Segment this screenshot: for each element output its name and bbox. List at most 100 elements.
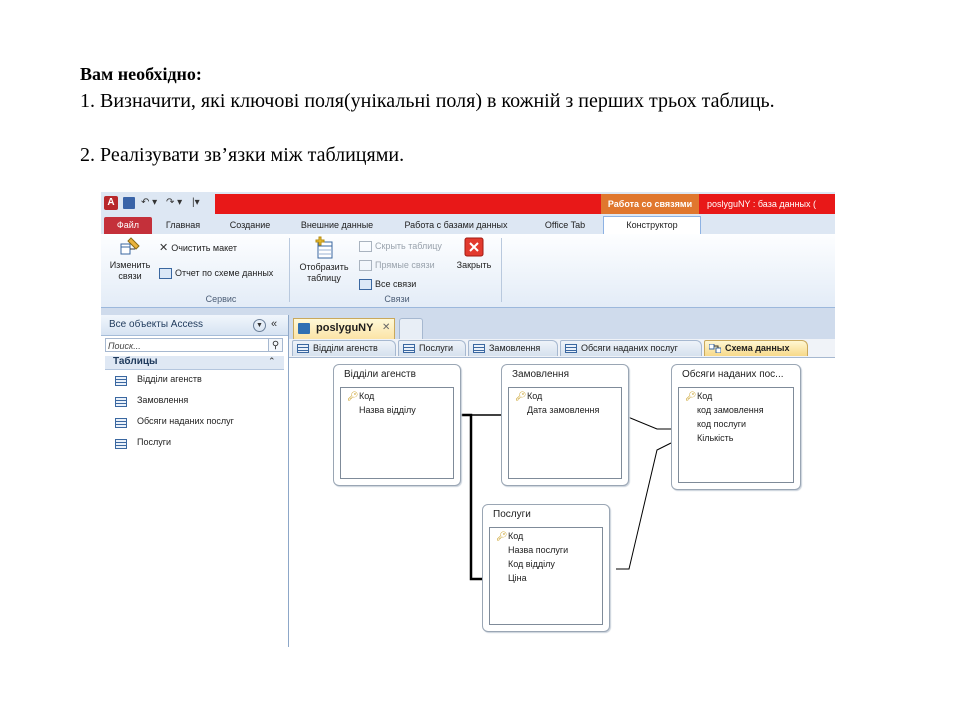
field-name[interactable]: Ціна — [508, 573, 527, 583]
access-logo-icon[interactable]: A — [104, 196, 118, 210]
hide-table-label: Скрыть таблицу — [375, 241, 442, 251]
edit-relationships-button[interactable]: Изменить связи — [105, 236, 155, 282]
close-label: Закрыть — [456, 260, 492, 270]
tab-office-tab[interactable]: Office Tab — [527, 217, 603, 234]
field-name[interactable]: код послуги — [697, 419, 746, 429]
database-tab[interactable]: poslyguNY ✕ — [293, 318, 395, 339]
field-name[interactable]: Код — [508, 531, 523, 541]
nav-pane-dropdown-icon[interactable]: ▼ — [253, 319, 266, 332]
relationship-table-title: Послуги — [493, 509, 531, 520]
navigation-pane: Все объекты Access ▼ « Поиск... ⚲ Таблиц… — [101, 315, 289, 647]
group-label-tools: Сервис — [205, 294, 237, 304]
redo-icon[interactable]: ↷ ▾ — [166, 196, 182, 210]
field-list: 🔑︎ Код Назва послуги Код відділу Ціна — [489, 527, 603, 625]
object-tab[interactable]: Відділи агенств — [292, 340, 396, 356]
object-tab[interactable]: Замовлення — [468, 340, 558, 356]
title-bar-fill — [215, 194, 601, 214]
object-tab-label: Обсяги наданих послуг — [581, 343, 678, 353]
tab-database-tools[interactable]: Работа с базами данных — [391, 217, 521, 234]
primary-key-icon: 🔑︎ — [347, 391, 359, 401]
nav-pane-header[interactable]: Все объекты Access ▼ « — [101, 315, 288, 336]
table-icon — [473, 344, 485, 353]
slide-title: Вам необхідно: — [80, 64, 202, 84]
field-name[interactable]: Код — [527, 391, 542, 401]
field-name[interactable]: Дата замовлення — [527, 405, 599, 415]
tab-create[interactable]: Создание — [215, 217, 285, 234]
nav-item-label: Замовлення — [137, 395, 189, 405]
object-tab-active[interactable]: Схема данных — [704, 340, 808, 356]
field-list: 🔑︎ Код Назва відділу — [340, 387, 454, 479]
object-tab-label: Відділи агенств — [313, 343, 378, 353]
tab-design[interactable]: Конструктор — [603, 216, 701, 235]
table-icon — [565, 344, 577, 353]
window-title: poslyguNY : база данных ( — [699, 194, 835, 214]
table-icon — [403, 344, 415, 353]
ribbon-tabs: Файл Главная Создание Внешние данные Раб… — [101, 214, 835, 235]
save-icon[interactable] — [123, 197, 135, 209]
contextual-tab-header: Работа со связями — [601, 194, 699, 214]
hide-table-icon — [359, 241, 372, 253]
title-bar: A ↶ ▾ ↷ ▾ |▾ Работа со связями poslyguNY… — [101, 192, 835, 214]
clear-layout-button[interactable]: ✕ Очистить макет — [159, 242, 237, 254]
primary-key-icon: 🔑︎ — [685, 391, 697, 401]
relationship-table-box[interactable]: Замовлення 🔑︎ Код Дата замовлення — [501, 364, 629, 486]
document-area: poslyguNY ✕ Відділи агенств Послуги Замо… — [289, 315, 835, 647]
show-table-button[interactable]: Отобразить таблицу — [293, 236, 355, 284]
all-relationships-icon — [359, 279, 372, 291]
field-name[interactable]: Назва відділу — [359, 405, 416, 415]
object-tab-label: Послуги — [419, 343, 454, 353]
relationship-table-box[interactable]: Послуги 🔑︎ Код Назва послуги Код відділу… — [482, 504, 610, 632]
undo-icon[interactable]: ↶ ▾ — [141, 196, 157, 210]
relationship-table-title: Відділи агенств — [344, 369, 416, 380]
direct-relationships-button[interactable]: Прямые связи — [359, 259, 435, 272]
primary-key-icon: 🔑︎ — [515, 391, 527, 401]
relationship-table-box[interactable]: Обсяги наданих пос... 🔑︎ Код код замовле… — [671, 364, 801, 490]
relationships-icon — [709, 344, 721, 353]
all-relationships-button[interactable]: Все связи — [359, 278, 416, 291]
ribbon-separator — [289, 238, 290, 302]
close-button[interactable]: Закрыть — [451, 236, 497, 271]
nav-item-label: Послуги — [137, 437, 172, 447]
clear-layout-label: Очистить макет — [171, 243, 237, 253]
hide-table-button[interactable]: Скрыть таблицу — [359, 240, 442, 253]
task-line-2: 2. Реалізувати зв’язки між таблицями. — [80, 144, 405, 166]
field-name[interactable]: код замовлення — [697, 405, 764, 415]
nav-item-label: Обсяги наданих послуг — [137, 416, 234, 426]
nav-group-label: Таблицы — [113, 356, 158, 367]
close-tab-icon[interactable]: ✕ — [382, 322, 390, 333]
new-tab-button[interactable] — [399, 318, 423, 339]
field-name[interactable]: Код — [697, 391, 712, 401]
group-label-relationships: Связи — [384, 294, 410, 304]
field-name[interactable]: Код відділу — [508, 559, 555, 569]
relationship-table-box[interactable]: Відділи агенств 🔑︎ Код Назва відділу — [333, 364, 461, 486]
object-tab-label: Схема данных — [725, 343, 790, 353]
relationship-report-button[interactable]: Отчет по схеме данных — [159, 267, 273, 280]
collapse-pane-icon[interactable]: « — [271, 318, 277, 330]
collapse-group-icon[interactable]: ⌃ — [268, 356, 276, 367]
report-icon — [159, 268, 172, 280]
table-icon — [115, 376, 127, 386]
field-list: 🔑︎ Код код замовлення код послуги Кількі… — [678, 387, 794, 483]
field-name[interactable]: Кількість — [697, 433, 733, 443]
show-table-label: Отобразить таблицу — [299, 262, 349, 283]
tab-home[interactable]: Главная — [157, 217, 209, 234]
database-icon — [298, 323, 310, 334]
table-icon — [115, 439, 127, 449]
object-tab[interactable]: Обсяги наданих послуг — [560, 340, 702, 356]
primary-key-icon: 🔑︎ — [496, 531, 508, 541]
close-icon — [464, 237, 484, 257]
relationship-line — [622, 414, 671, 430]
nav-search-input[interactable]: Поиск... — [105, 338, 269, 352]
tab-external-data[interactable]: Внешние данные — [289, 217, 385, 234]
edit-relationships-icon — [120, 237, 140, 255]
tab-file[interactable]: Файл — [104, 217, 152, 234]
clear-layout-icon: ✕ — [159, 242, 169, 254]
customize-qat-icon[interactable]: |▾ — [192, 196, 200, 210]
field-name[interactable]: Назва послуги — [508, 545, 568, 555]
nav-group-tables[interactable]: Таблицы ⌃ — [105, 356, 284, 370]
search-icon[interactable]: ⚲ — [269, 338, 283, 352]
field-name[interactable]: Код — [359, 391, 374, 401]
relationships-canvas[interactable]: Відділи агенств 🔑︎ Код Назва відділу Зам… — [289, 358, 835, 647]
object-tab[interactable]: Послуги — [398, 340, 466, 356]
object-tab-label: Замовлення — [489, 343, 541, 353]
